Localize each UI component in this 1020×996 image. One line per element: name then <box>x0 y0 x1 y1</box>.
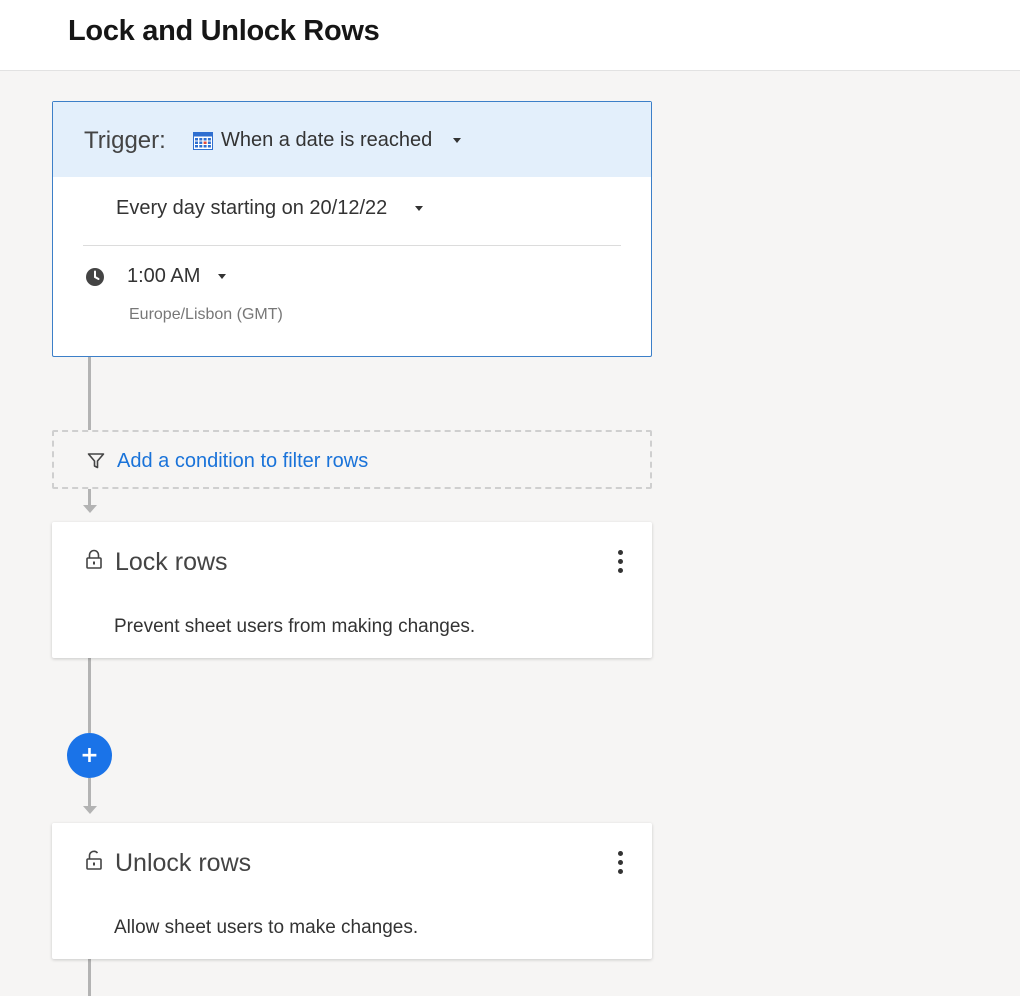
filter-icon <box>87 453 105 469</box>
workflow-connector <box>88 489 91 505</box>
lock-rows-card[interactable]: Lock rows Prevent sheet users from makin… <box>52 522 652 658</box>
workflow-connector <box>88 958 91 996</box>
action-title: Lock rows <box>115 548 228 576</box>
trigger-label: Trigger: <box>84 127 166 154</box>
connector-arrow <box>83 505 97 513</box>
trigger-header: Trigger: When a date is reached <box>53 102 651 177</box>
timezone-label: Europe/Lisbon (GMT) <box>129 306 283 323</box>
add-condition-box[interactable]: Add a condition to filter rows <box>52 430 652 489</box>
action-description: Prevent sheet users from making changes. <box>114 616 476 637</box>
chevron-down-icon[interactable] <box>415 206 423 211</box>
page-header: Lock and Unlock Rows <box>0 0 1020 71</box>
action-description: Allow sheet users to make changes. <box>114 917 419 938</box>
chevron-down-icon[interactable] <box>218 274 226 279</box>
more-options-icon[interactable] <box>612 849 628 877</box>
action-title: Unlock rows <box>115 849 252 877</box>
workflow-connector <box>88 357 91 430</box>
workflow-connector <box>88 778 91 806</box>
workflow-connector <box>88 658 91 733</box>
clock-icon <box>86 268 104 286</box>
more-options-icon[interactable] <box>612 548 628 576</box>
page-title: Lock and Unlock Rows <box>68 15 380 47</box>
unlock-rows-card[interactable]: Unlock rows Allow sheet users to make ch… <box>52 823 652 959</box>
trigger-type-dropdown[interactable]: When a date is reached <box>221 129 432 152</box>
add-condition-link[interactable]: Add a condition to filter rows <box>117 450 368 473</box>
trigger-card: Trigger: When a date is reached Every da… <box>52 101 652 357</box>
calendar-icon <box>193 132 213 150</box>
unlock-icon <box>86 850 102 870</box>
lock-icon <box>86 549 102 569</box>
connector-arrow <box>83 806 97 814</box>
add-step-button[interactable]: + <box>67 733 112 778</box>
time-dropdown[interactable]: 1:00 AM <box>127 265 200 288</box>
schedule-dropdown[interactable]: Every day starting on 20/12/22 <box>116 197 387 220</box>
chevron-down-icon[interactable] <box>453 138 461 143</box>
divider <box>83 245 621 246</box>
